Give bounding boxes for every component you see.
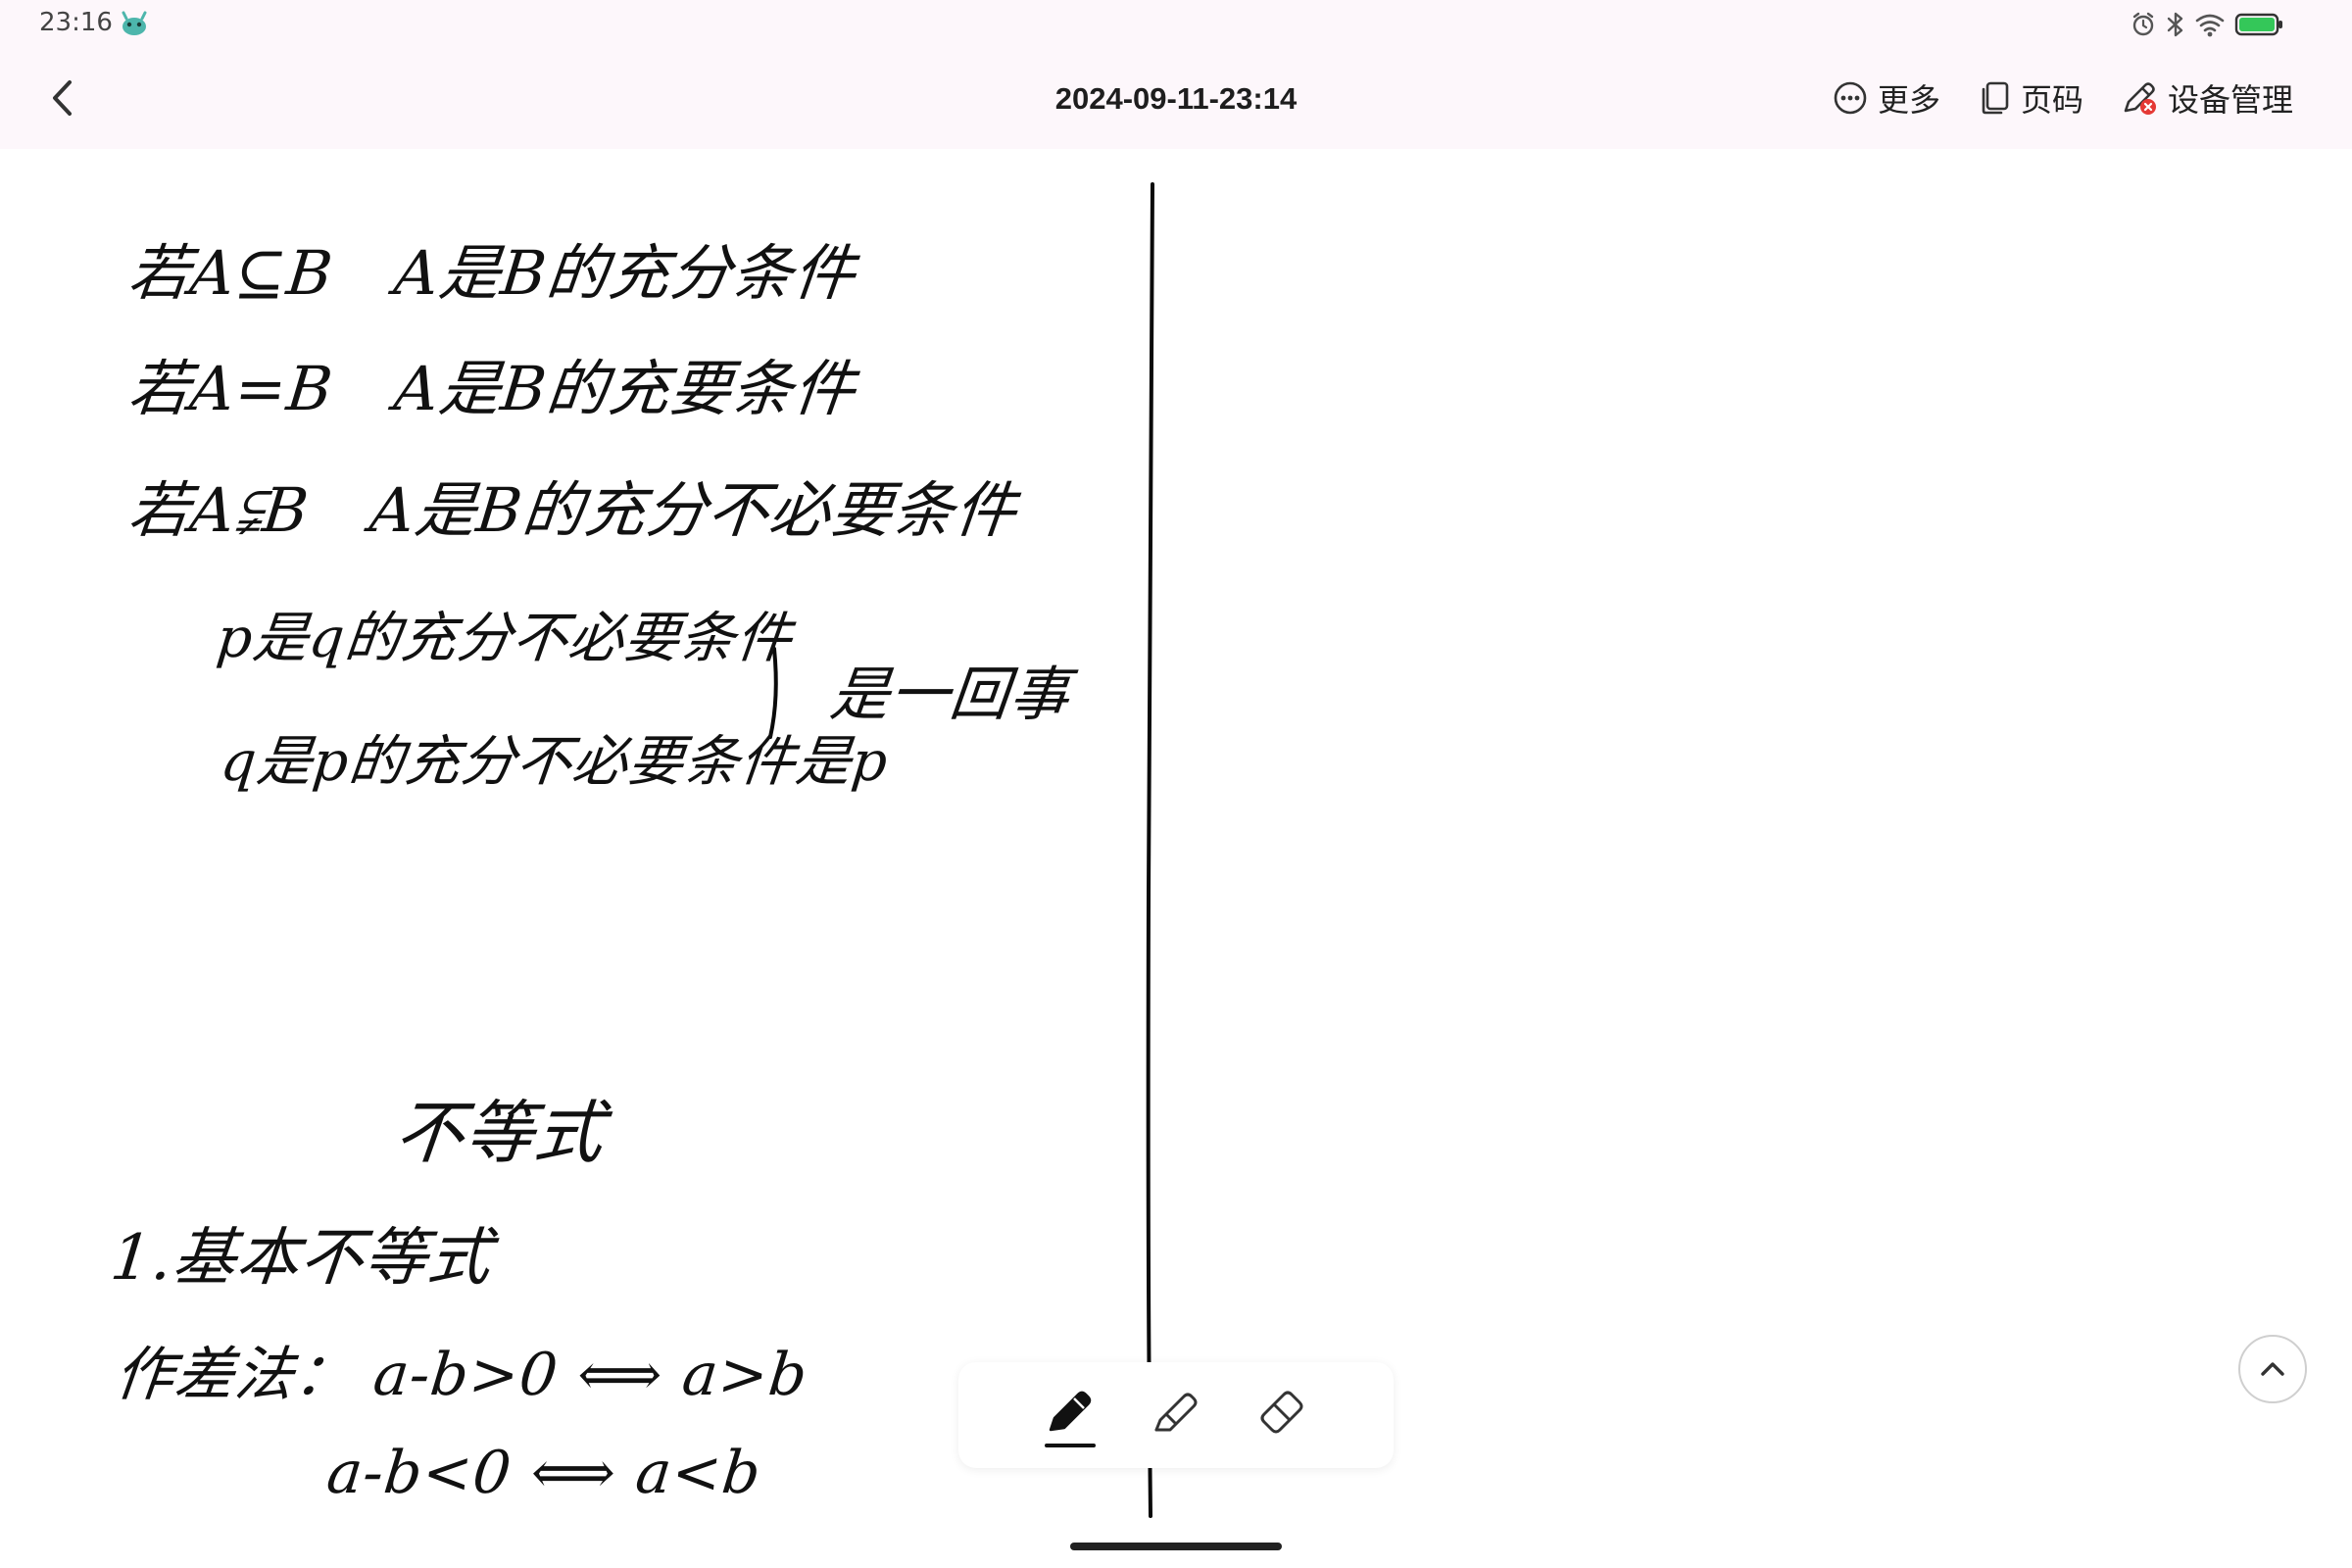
page-number-button[interactable]: 页码: [1978, 75, 2083, 121]
note-heading: 不等式: [391, 1093, 609, 1173]
more-button[interactable]: 更多: [1833, 75, 1940, 121]
note-side-remark: 是一回事: [826, 661, 1074, 729]
more-dots-icon: [1834, 81, 1867, 115]
note-line-10: a-b<0 ⟺ a<b: [323, 1439, 765, 1507]
more-label: 更多: [1877, 81, 1940, 119]
divider-stroke: [1146, 182, 1154, 1518]
chevron-left-icon: [53, 80, 72, 116]
chevron-up-icon: [2261, 1362, 2284, 1376]
note-line-4: p是q的充分不必要条件: [214, 607, 796, 670]
page-copy-icon: [1982, 81, 2009, 115]
note-line-3: 若A⫋B A是B的充分不必要条件: [124, 474, 1021, 546]
home-indicator[interactable]: [1070, 1543, 1282, 1550]
pen-device-icon: [2124, 82, 2156, 115]
app-header: 2024-09-11-23:14 更多 页码 设备管理: [0, 49, 2352, 149]
scroll-top-button[interactable]: [2238, 1335, 2307, 1403]
highlighter-icon: [1154, 1393, 1198, 1432]
note-line-1: 若A⊆B A是B的充分条件: [124, 237, 859, 309]
device-management-label: 设备管理: [2167, 81, 2293, 119]
status-icons: [2131, 8, 2283, 41]
page-number-label: 页码: [2020, 81, 2083, 119]
note-line-5: q是p的充分不必要条件是p: [218, 730, 892, 794]
pen-icon: [1049, 1391, 1092, 1432]
wifi-icon: [2195, 14, 2225, 37]
bluetooth-icon: [2167, 12, 2183, 37]
note-app-screen: 23:16 2024-09-11-23:14 更多 页码 设备管理 若A⊆B A…: [0, 0, 2352, 1568]
note-section-title: 1.基本不等式: [107, 1222, 496, 1295]
alarm-icon: [2132, 12, 2154, 36]
device-management-button[interactable]: 设备管理: [2121, 75, 2293, 121]
eraser-tool[interactable]: [1253, 1383, 1310, 1447]
pen-tool[interactable]: [1042, 1383, 1099, 1447]
status-bar: 23:16: [0, 0, 2352, 49]
android-mascot-icon: [122, 11, 147, 35]
note-line-2: 若A=B A是B的充要条件: [124, 353, 859, 424]
highlighter-tool[interactable]: [1148, 1383, 1204, 1447]
handwriting-canvas[interactable]: 若A⊆B A是B的充分条件 若A=B A是B的充要条件 若A⫋B A是B的充分不…: [0, 149, 2352, 1568]
header-actions: 更多 页码 设备管理: [1833, 71, 2293, 125]
status-time: 23:16: [39, 8, 113, 37]
note-line-9: 作差法： a-b>0 ⟺ a>b: [111, 1341, 811, 1409]
pen-toolbar: [958, 1362, 1394, 1468]
battery-icon: [2234, 13, 2282, 36]
back-button[interactable]: [39, 73, 86, 123]
eraser-icon: [1260, 1391, 1303, 1434]
